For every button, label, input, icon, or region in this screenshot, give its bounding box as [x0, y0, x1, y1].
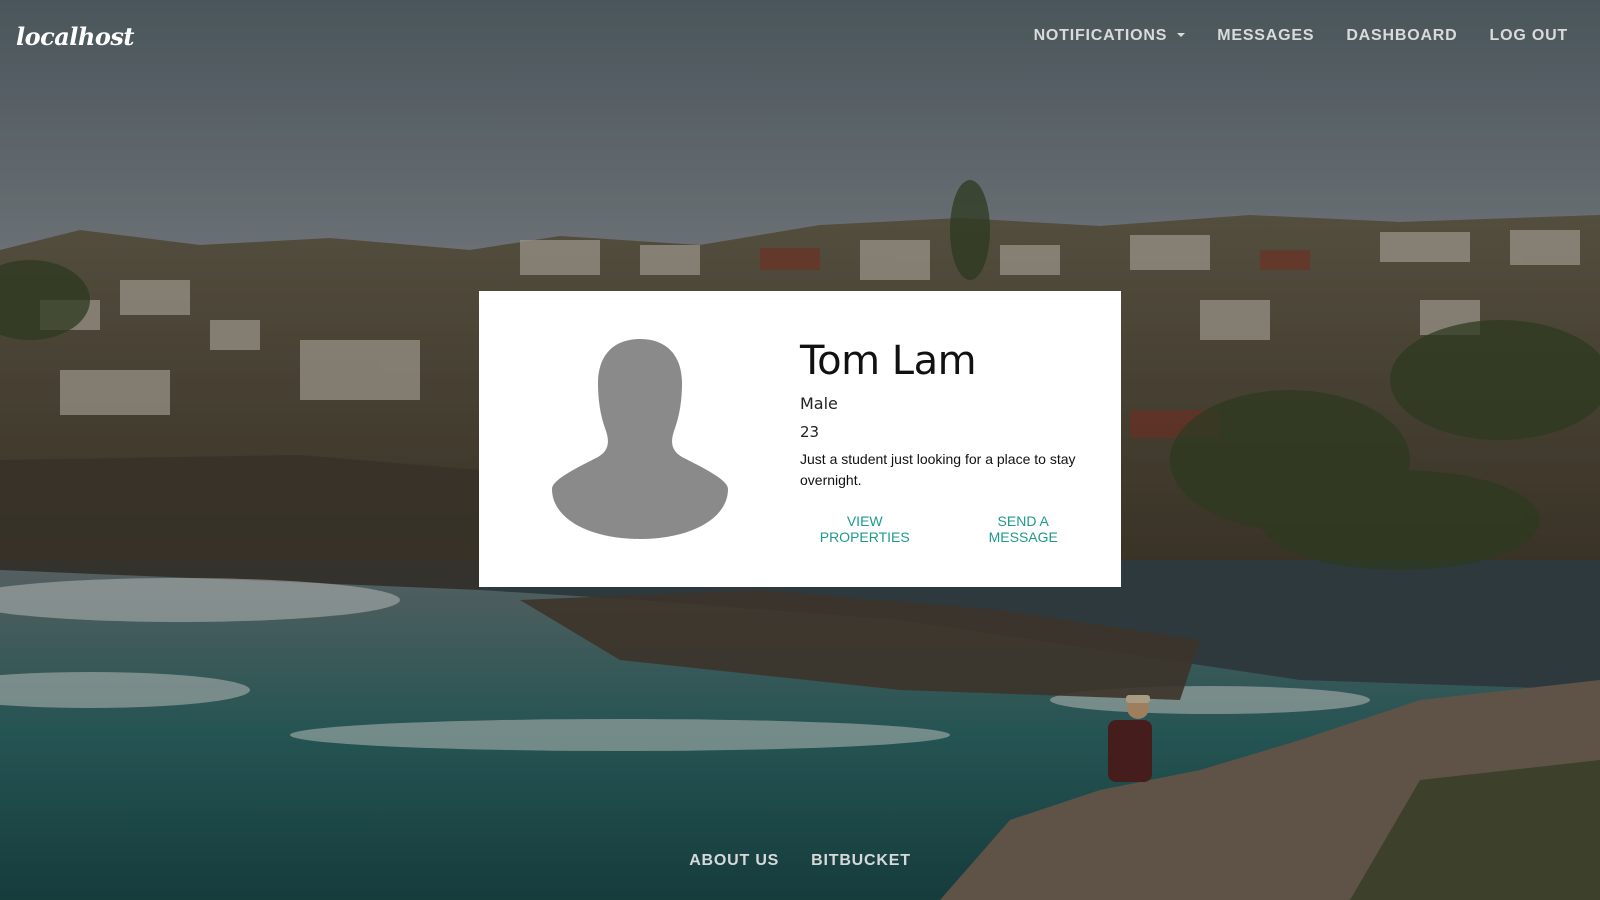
nav-dashboard-label: DASHBOARD	[1346, 27, 1458, 44]
person-silhouette-icon	[550, 339, 730, 539]
footer-about-us-link[interactable]: ABOUT US	[689, 852, 779, 870]
nav-notifications-label: NOTIFICATIONS	[1033, 27, 1168, 44]
view-properties-button[interactable]: VIEW PROPERTIES	[800, 513, 929, 545]
send-message-button[interactable]: SEND A MESSAGE	[961, 513, 1085, 545]
profile-age: 23	[800, 422, 820, 441]
brand-logo[interactable]: localhost	[16, 22, 134, 51]
nav-links: NOTIFICATIONS MESSAGES DASHBOARD LOG OUT	[1034, 27, 1568, 45]
profile-actions: VIEW PROPERTIES SEND A MESSAGE	[800, 513, 1085, 545]
profile-gender: Male	[800, 393, 838, 413]
profile-info: Tom Lam Male 23 Just a student just look…	[800, 334, 1121, 545]
page: localhost NOTIFICATIONS MESSAGES DASHBOA…	[0, 0, 1600, 900]
nav-logout-label: LOG OUT	[1489, 27, 1568, 44]
footer-bitbucket-link[interactable]: BITBUCKET	[811, 852, 911, 870]
footer: ABOUT US BITBUCKET	[0, 852, 1600, 870]
avatar-container	[479, 291, 800, 587]
nav-notifications[interactable]: NOTIFICATIONS	[1034, 27, 1186, 45]
top-navbar: localhost NOTIFICATIONS MESSAGES DASHBOA…	[0, 0, 1600, 72]
nav-dashboard[interactable]: DASHBOARD	[1346, 27, 1457, 45]
profile-name: Tom Lam	[800, 337, 977, 384]
nav-messages-label: MESSAGES	[1217, 27, 1315, 44]
caret-down-icon	[1177, 33, 1186, 37]
profile-bio: Just a student just looking for a place …	[800, 450, 1076, 488]
nav-logout[interactable]: LOG OUT	[1490, 27, 1568, 45]
nav-messages[interactable]: MESSAGES	[1217, 27, 1314, 45]
profile-card: Tom Lam Male 23 Just a student just look…	[479, 291, 1121, 587]
